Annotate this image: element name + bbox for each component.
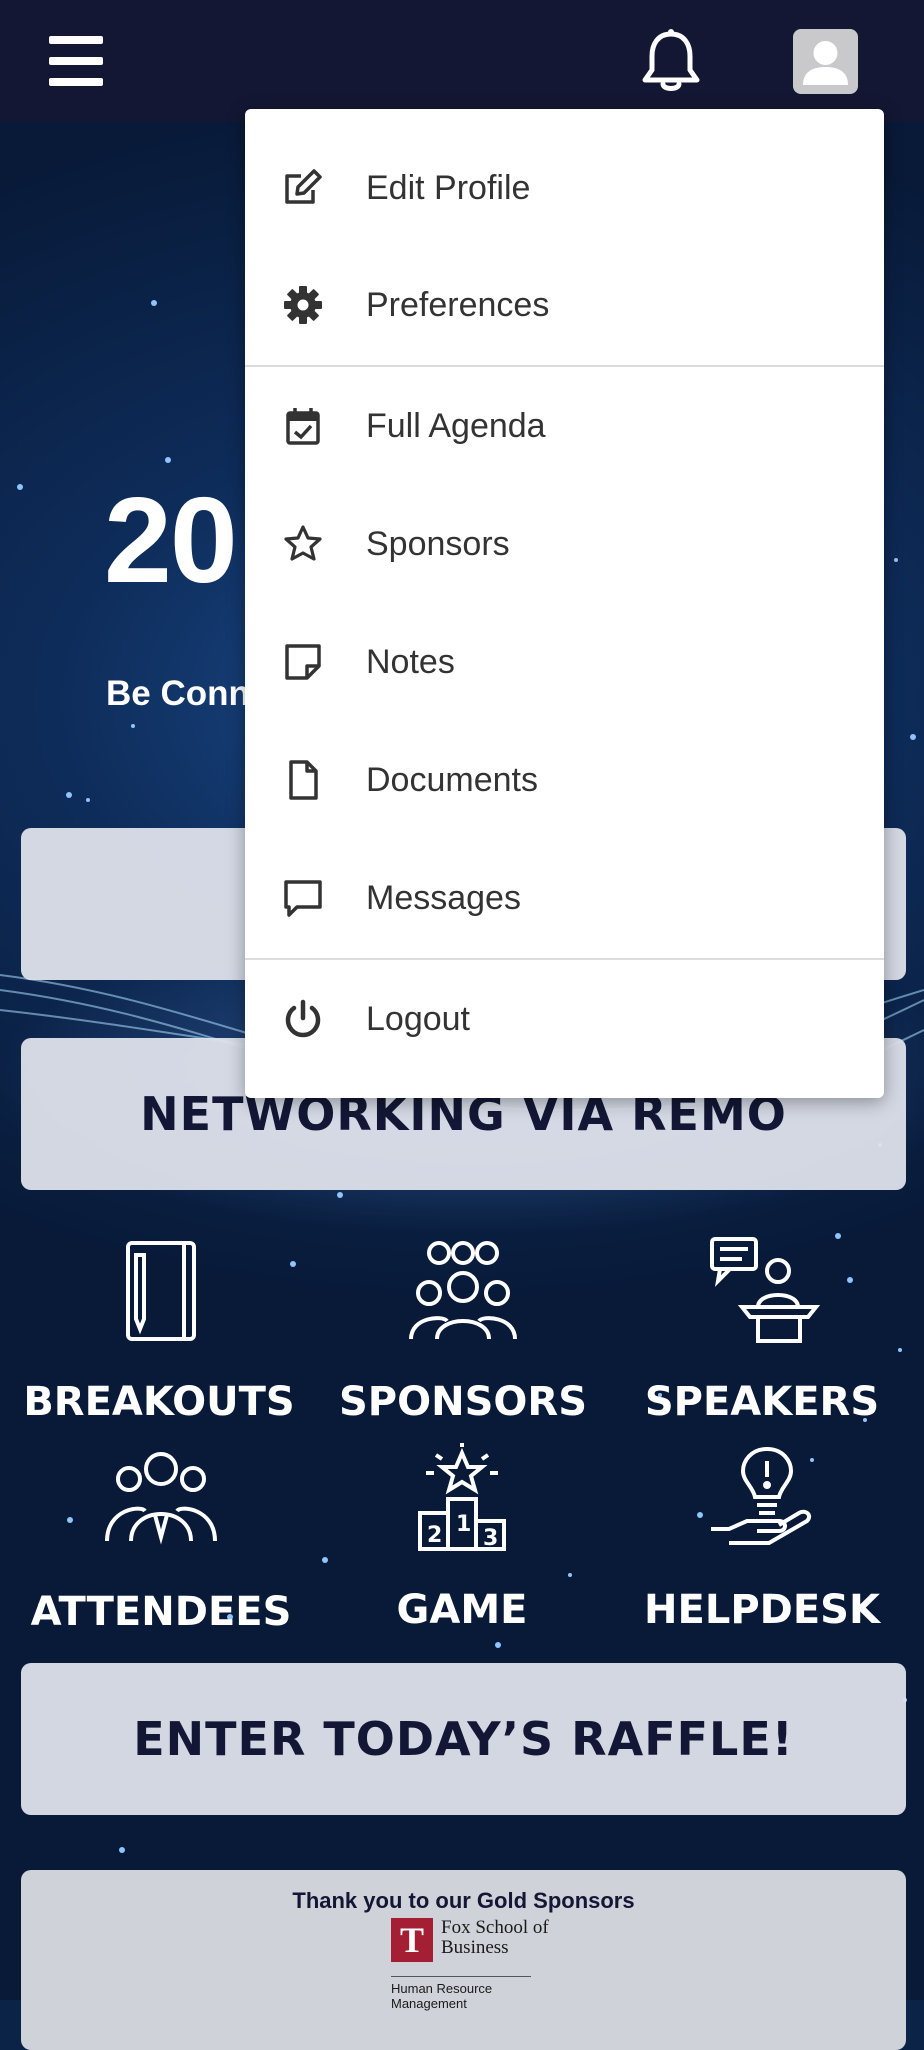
calendar-check-icon — [286, 408, 320, 445]
menu-item-messages[interactable]: Messages — [245, 839, 884, 957]
podium-speaker-icon — [710, 1237, 821, 1343]
hamburger-icon[interactable] — [49, 36, 103, 86]
tile-helpdesk[interactable]: HELPDESK — [622, 1443, 902, 1633]
star-icon — [284, 525, 322, 561]
hero-year: 20 — [104, 472, 238, 608]
fox-school-logo[interactable]: T Fox School of Business Human Resource … — [391, 1917, 571, 2011]
menu-item-edit-profile[interactable]: Edit Profile — [245, 129, 884, 247]
raffle-banner-button[interactable]: ENTER TODAY’S RAFFLE! — [21, 1663, 906, 1815]
user-avatar-icon — [803, 41, 848, 85]
menu-item-label: Documents — [366, 761, 538, 799]
menu-item-preferences[interactable]: Preferences — [245, 246, 884, 364]
attendees-icon — [105, 1452, 217, 1545]
menu-item-notes[interactable]: Notes — [245, 603, 884, 721]
note-icon — [285, 644, 321, 680]
lightbulb-hand-icon — [711, 1446, 812, 1545]
menu-item-label: Preferences — [366, 286, 550, 324]
tile-attendees[interactable]: ATTENDEES — [21, 1445, 301, 1635]
tile-sponsors[interactable]: SPONSORS — [323, 1235, 603, 1425]
menu-item-label: Logout — [366, 1000, 470, 1038]
tile-breakouts[interactable]: BREAKOUTS — [19, 1235, 299, 1425]
top-app-bar — [0, 0, 924, 122]
notebook-icon — [126, 1241, 196, 1341]
tile-speakers[interactable]: SPEAKERS — [622, 1235, 902, 1425]
menu-item-label: Full Agenda — [366, 407, 546, 445]
menu-item-label: Edit Profile — [366, 169, 531, 207]
profile-avatar[interactable] — [793, 29, 858, 94]
tile-game-label: GAME — [396, 1587, 528, 1633]
logo-subtitle: Human Resource Management — [391, 1976, 531, 2011]
edit-icon — [285, 169, 322, 204]
menu-item-sponsors[interactable]: Sponsors — [245, 485, 884, 603]
svg-text:1: 1 — [456, 1512, 471, 1537]
power-icon — [285, 999, 321, 1038]
trophy-podium-icon: 12 3 — [418, 1443, 506, 1551]
menu-item-label: Messages — [366, 879, 521, 917]
menu-item-label: Notes — [366, 643, 455, 681]
menu-item-label: Sponsors — [366, 525, 510, 563]
gold-sponsors-heading: Thank you to our Gold Sponsors — [292, 1888, 635, 1913]
gear-icon — [284, 286, 322, 324]
tile-game[interactable]: 12 3 GAME — [322, 1443, 602, 1633]
tile-sponsors-label: SPONSORS — [338, 1379, 588, 1425]
message-icon — [284, 880, 322, 917]
hero-tagline: Be Conn — [106, 674, 250, 713]
tile-attendees-label: ATTENDEES — [30, 1589, 292, 1635]
document-icon — [289, 760, 318, 800]
tile-helpdesk-label: HELPDESK — [644, 1587, 880, 1633]
group-icon — [409, 1241, 517, 1340]
tile-breakouts-label: BREAKOUTS — [23, 1379, 295, 1425]
menu-item-documents[interactable]: Documents — [245, 721, 884, 839]
tile-speakers-label: SPEAKERS — [644, 1379, 880, 1425]
profile-dropdown-menu: Edit Profile Preferences Full Agenda Spo… — [245, 109, 884, 1098]
bell-icon[interactable] — [640, 28, 702, 94]
gold-sponsors-section: Thank you to our Gold Sponsors T Fox Sch… — [21, 1870, 906, 2050]
menu-item-full-agenda[interactable]: Full Agenda — [245, 367, 884, 485]
raffle-banner-label: ENTER TODAY’S RAFFLE! — [133, 1712, 794, 1766]
temple-t-logo-icon: T — [391, 1918, 433, 1962]
svg-text:3: 3 — [483, 1526, 498, 1551]
menu-item-logout[interactable]: Logout — [245, 960, 884, 1078]
logo-name: Fox School of Business — [441, 1917, 549, 1958]
svg-text:2: 2 — [427, 1523, 442, 1548]
